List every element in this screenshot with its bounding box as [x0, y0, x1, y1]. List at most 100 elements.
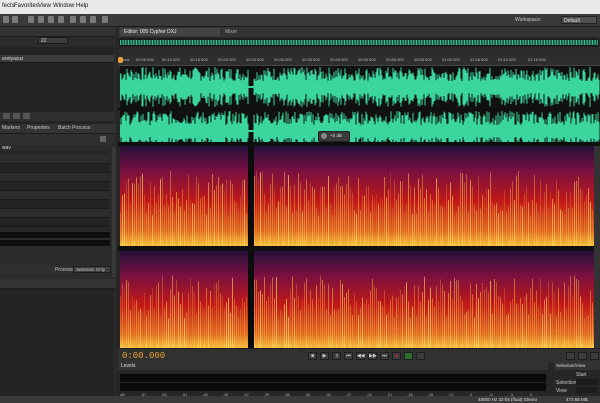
delete-icon[interactable] [100, 136, 106, 142]
zoom-in-amplitude-icon[interactable] [566, 352, 575, 360]
view-row-label: View [556, 388, 567, 394]
left-panel: 22 aretyazuz Markers Properties Batch Pr… [0, 27, 116, 403]
history-panel-header [0, 279, 116, 289]
ruler-label: 00:55.000 [414, 57, 432, 62]
selection-start-field[interactable] [576, 379, 598, 385]
workspace-label: Workspace: [515, 17, 542, 23]
spectral-display-right[interactable] [120, 251, 600, 348]
waveform-left-channel[interactable] [119, 66, 600, 108]
tab-properties[interactable]: Properties [27, 125, 50, 131]
hud-gain-control[interactable]: +0 dB [318, 131, 350, 142]
tab-batch-process[interactable]: Batch Process [58, 125, 90, 131]
stop-icon[interactable]: ■ [308, 352, 317, 360]
effects-rack-toolbar [0, 134, 114, 145]
pause-icon[interactable]: ॥ [332, 352, 341, 360]
workspace-select[interactable]: Default [561, 16, 597, 24]
go-to-end-icon[interactable]: ⏭ [380, 352, 389, 360]
status-format: 48000 Hz 32-bit (float) Stereo [478, 397, 538, 402]
zoom-in-time-icon[interactable] [590, 352, 599, 360]
menu-view[interactable]: View [38, 3, 51, 9]
ruler-label: 01:05.000 [470, 57, 488, 62]
rewind-icon[interactable]: ◀◀ [356, 352, 365, 360]
status-bar: 48000 Hz 32-bit (float) Stereo 473.68 MB [0, 396, 600, 403]
ruler-label: 00:50.000 [386, 57, 404, 62]
waveform-view-icon[interactable] [3, 16, 9, 23]
effect-slot[interactable] [0, 191, 110, 200]
markers-panel-tabs: Markers Properties Batch Process [0, 124, 116, 134]
files-controls [0, 112, 114, 121]
level-meter-right [120, 383, 546, 391]
effect-slot[interactable] [0, 182, 110, 191]
spectral-view-icon[interactable] [12, 16, 18, 23]
loop-icon[interactable] [404, 352, 413, 360]
level-meter-left [120, 374, 546, 382]
menu-bar: fects Favorites View Window Help [0, 0, 600, 14]
ruler-label: 00:40.000 [330, 57, 348, 62]
ruler-label: 00:30.000 [274, 57, 292, 62]
brush-tool-icon[interactable] [90, 16, 96, 23]
menu-help[interactable]: Help [76, 3, 88, 9]
files-dropdown[interactable]: 22 [38, 37, 68, 44]
selection-view-title: Selection/View [556, 363, 586, 368]
menu-effects[interactable]: fects [2, 3, 15, 9]
move-tool-icon[interactable] [28, 16, 34, 23]
razor-tool-icon[interactable] [38, 16, 44, 23]
record-icon[interactable]: ● [392, 352, 401, 360]
vertical-scrollbar[interactable] [594, 146, 600, 348]
zoom-out-amplitude-icon[interactable] [578, 352, 587, 360]
spot-healing-icon[interactable] [102, 16, 108, 23]
play-file-icon[interactable] [3, 113, 10, 119]
skip-selection-icon[interactable] [416, 352, 425, 360]
ruler-label: 00:25.000 [246, 57, 264, 62]
playhead-icon[interactable] [118, 57, 123, 63]
input-meter [0, 232, 110, 238]
tab-markers[interactable]: Markers [2, 125, 20, 131]
lasso-tool-icon[interactable] [80, 16, 86, 23]
menu-favorites[interactable]: Favorites [14, 3, 39, 9]
ruler-label: 00:35.000 [302, 57, 320, 62]
start-column-label: Start [576, 372, 587, 378]
waveform-overview[interactable] [118, 37, 600, 48]
ruler-label: 00:20.000 [218, 57, 236, 62]
ruler-label: 00:45.000 [358, 57, 376, 62]
effect-slot[interactable] [0, 218, 110, 227]
fast-forward-icon[interactable]: ▶▶ [368, 352, 377, 360]
loop-file-icon[interactable] [13, 113, 20, 119]
process-select[interactable]: Selection Only [73, 266, 111, 273]
file-item[interactable]: aretyazuz [0, 55, 114, 63]
go-to-start-icon[interactable]: ⏮ [344, 352, 353, 360]
autoplay-icon[interactable] [23, 113, 30, 119]
levels-title: Levels [121, 363, 136, 369]
spectral-display-left[interactable] [120, 146, 600, 246]
effect-slot[interactable] [0, 155, 110, 164]
effect-slot[interactable] [0, 200, 110, 209]
menu-window[interactable]: Window [53, 3, 74, 9]
view-start-field[interactable] [576, 387, 598, 393]
time-selection-tool-icon[interactable] [58, 16, 64, 23]
timecode-display: 0:00.000 [122, 351, 166, 361]
play-icon[interactable]: ▶ [320, 352, 329, 360]
status-size: 473.68 MB [566, 397, 588, 402]
levels-header: Levels [118, 362, 548, 370]
ruler-label: 01:00.000 [442, 57, 460, 62]
history-panel [0, 289, 114, 397]
effect-slot[interactable] [0, 164, 110, 173]
gain-knob-icon[interactable] [321, 133, 327, 139]
ruler-label: hms [122, 57, 130, 62]
slip-tool-icon[interactable] [48, 16, 54, 23]
output-meter [0, 240, 110, 246]
gain-value: +0 dB [330, 133, 342, 138]
marquee-tool-icon[interactable] [70, 16, 76, 23]
ruler-label: 00:10.000 [162, 57, 180, 62]
time-ruler[interactable]: hms 00:05.000 00:10.000 00:15.000 00:20.… [118, 56, 600, 66]
ruler-label: 01:15.000 [528, 57, 546, 62]
tab-editor[interactable]: Editor: 005 Cypher DXJ AUDIO.wav.wave [120, 28, 220, 43]
ruler-label: 00:15.000 [190, 57, 208, 62]
process-label: Process: [55, 267, 75, 273]
tab-mixer[interactable]: Mixer [221, 28, 241, 36]
ruler-label: 00:05.000 [136, 57, 154, 62]
left-scrollbar[interactable] [112, 147, 116, 277]
ruler-label: 01:10.000 [498, 57, 516, 62]
effect-slot[interactable] [0, 209, 110, 218]
effect-slot[interactable] [0, 173, 110, 182]
